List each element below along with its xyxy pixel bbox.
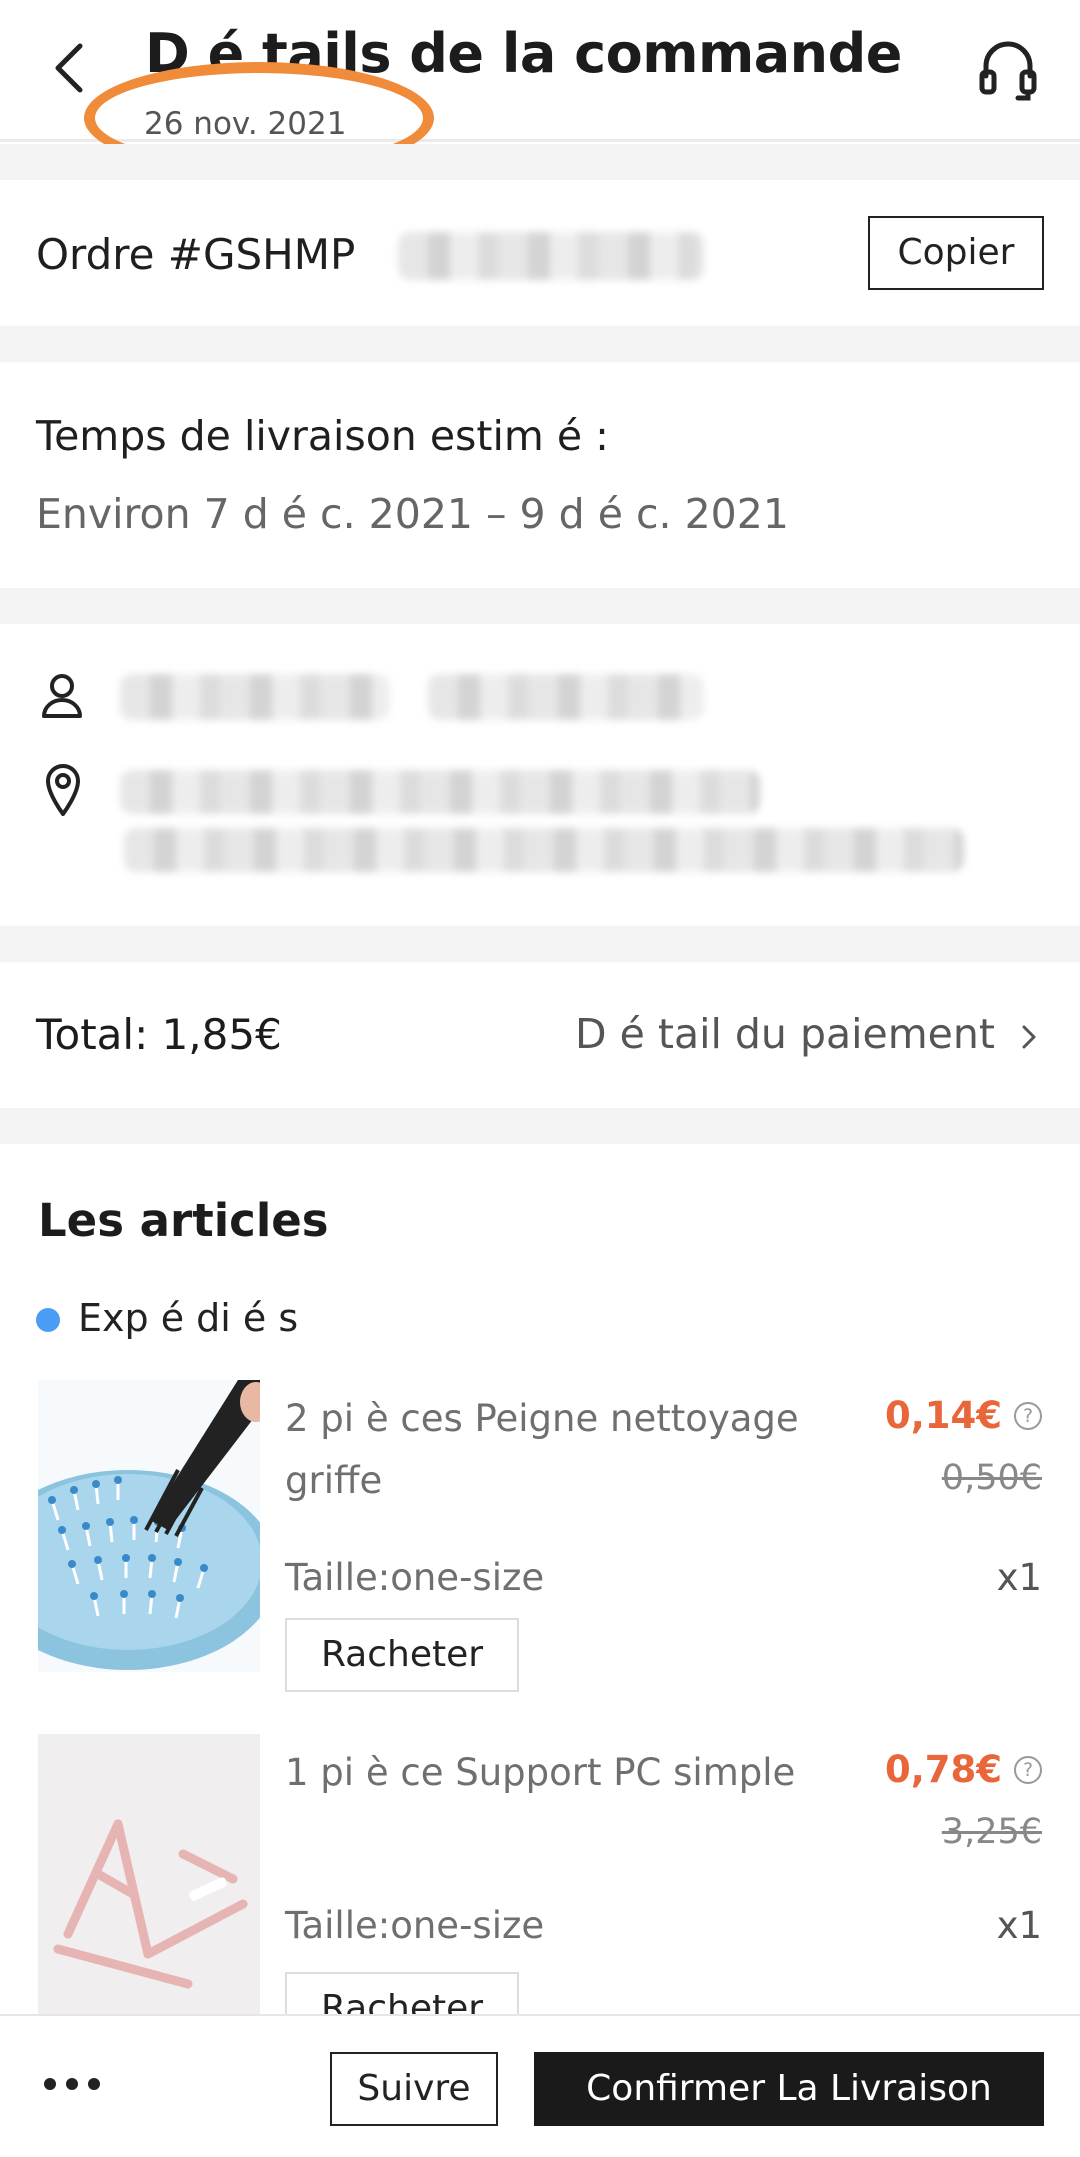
- headset-icon: [979, 41, 1037, 101]
- product-price: 0,78€: [884, 1748, 1002, 1791]
- articles-title: Les articles: [38, 1194, 329, 1247]
- status-dot: [36, 1308, 60, 1332]
- section-gap: [0, 326, 1080, 362]
- order-number-row: Ordre #GSHMP Copier: [0, 180, 1080, 326]
- section-gap: [0, 926, 1080, 962]
- redacted-recipient-name: [120, 674, 390, 720]
- bottom-action-bar: Suivre Confirmer La Livraison: [0, 2014, 1080, 2157]
- rebuy-button[interactable]: Racheter: [285, 1618, 519, 1692]
- hairbrush-image: [38, 1380, 260, 1672]
- redacted-address-line-1: [120, 770, 760, 814]
- delivery-time-value: Environ 7 d é c. 2021 – 9 d é c. 2021: [36, 490, 789, 538]
- shipping-address-section: [0, 624, 1080, 926]
- confirm-delivery-button[interactable]: Confirmer La Livraison: [534, 2052, 1044, 2126]
- total-row[interactable]: Total: 1,85€ D é tail du paiement: [0, 962, 1080, 1108]
- order-date: 26 nov. 2021: [144, 106, 347, 142]
- list-item[interactable]: 2 pi è ces Peigne nettoyage griffe 0,14€…: [0, 1380, 1080, 1692]
- copy-button[interactable]: Copier: [868, 216, 1044, 290]
- product-size: Taille:one-size: [285, 1904, 545, 1947]
- product-image-laptop-stand[interactable]: [38, 1734, 260, 2026]
- redacted-address-line-2: [124, 828, 964, 872]
- product-original-price: 0,50€: [941, 1458, 1042, 1498]
- delivery-time-section: Temps de livraison estim é : Environ 7 d…: [0, 362, 1080, 588]
- product-original-price: 3,25€: [941, 1812, 1042, 1852]
- product-size: Taille:one-size: [285, 1556, 545, 1599]
- articles-section: Les articles Exp é di é s 2 pi è ces Pei…: [0, 1144, 1080, 2046]
- list-item[interactable]: 1 pi è ce Support PC simple 0,78€ ? 3,25…: [0, 1734, 1080, 2046]
- product-quantity: x1: [996, 1556, 1042, 1599]
- section-gap: [0, 588, 1080, 624]
- product-quantity: x1: [996, 1904, 1042, 1947]
- order-number: Ordre #GSHMP: [36, 230, 356, 279]
- info-icon[interactable]: ?: [1014, 1402, 1042, 1430]
- product-name[interactable]: 1 pi è ce Support PC simple: [285, 1742, 845, 1804]
- chevron-right-icon: [1022, 1025, 1036, 1049]
- header-bar: D é tails de la commande 26 nov. 2021: [0, 0, 1080, 174]
- info-icon[interactable]: ?: [1014, 1756, 1042, 1784]
- track-button[interactable]: Suivre: [330, 2052, 498, 2126]
- payment-detail-link[interactable]: D é tail du paiement: [575, 1010, 1040, 1058]
- payment-detail-label: D é tail du paiement: [575, 1010, 995, 1058]
- location-pin-icon: [46, 764, 80, 816]
- delivery-time-label: Temps de livraison estim é :: [36, 412, 609, 460]
- section-gap: [0, 1108, 1080, 1144]
- support-button[interactable]: [978, 36, 1038, 106]
- laptop-stand-image: [38, 1734, 260, 2026]
- product-image-comb[interactable]: [38, 1380, 260, 1672]
- shipment-status: Exp é di é s: [78, 1296, 299, 1340]
- redacted-recipient-name: [428, 674, 704, 720]
- order-total: Total: 1,85€: [36, 1010, 282, 1059]
- section-gap: [0, 144, 1080, 180]
- redacted-order-number: [398, 232, 704, 280]
- more-dots-icon[interactable]: [40, 2076, 104, 2092]
- product-name[interactable]: 2 pi è ces Peigne nettoyage griffe: [285, 1388, 845, 1512]
- user-icon: [42, 674, 82, 718]
- product-price: 0,14€: [884, 1394, 1002, 1437]
